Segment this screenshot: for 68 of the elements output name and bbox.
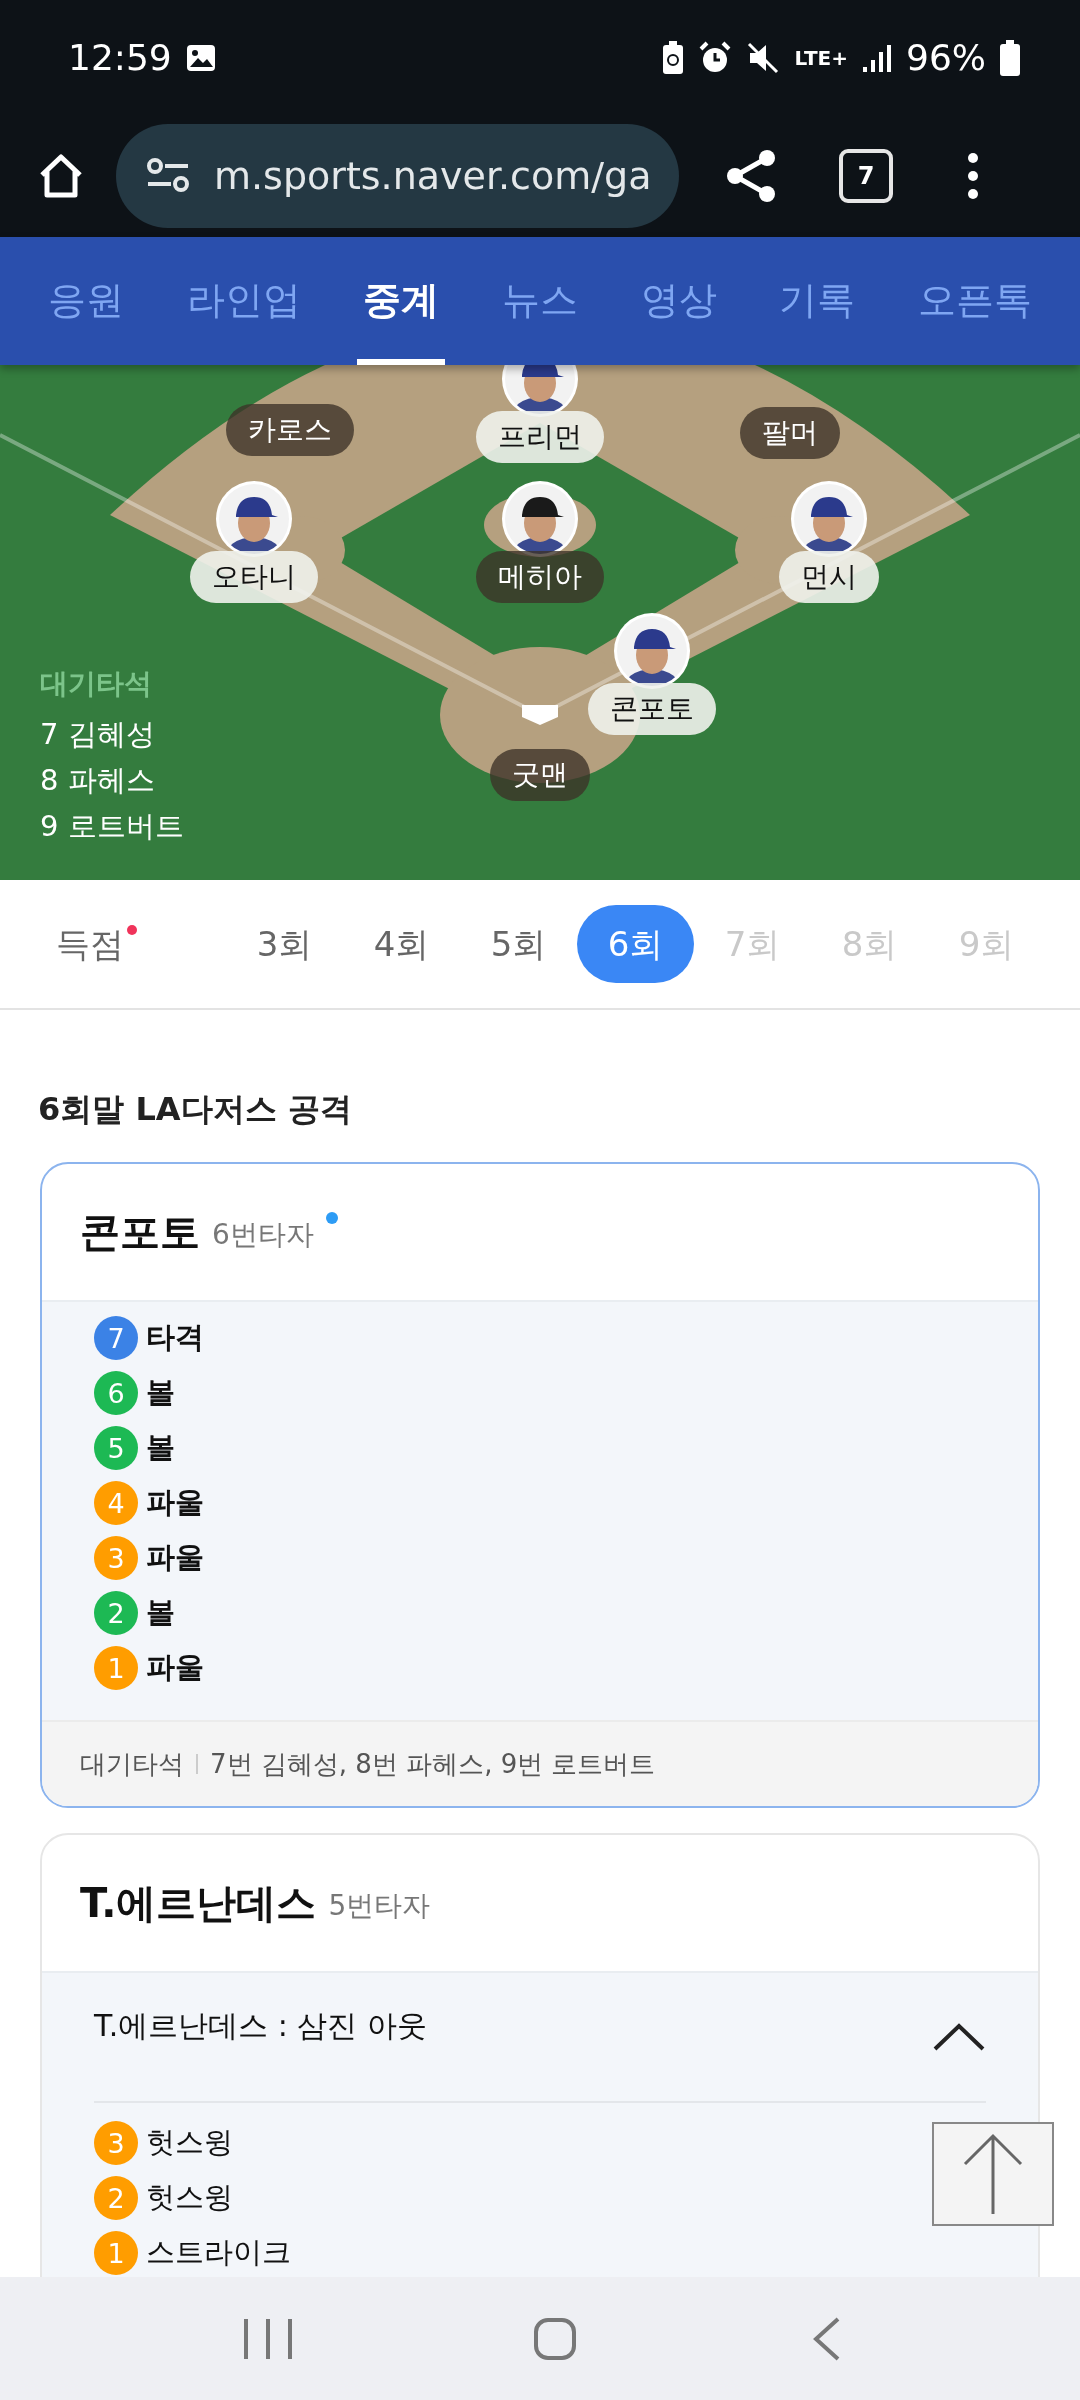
nav-tab[interactable]: 뉴스 xyxy=(495,237,584,365)
up-arrow-icon xyxy=(961,2132,1025,2216)
on-deck-batter: 9 로트버트 xyxy=(40,808,184,845)
live-dot xyxy=(325,1212,338,1224)
nav-tab[interactable]: 오픈톡 xyxy=(911,237,1038,365)
image-icon xyxy=(185,42,216,73)
scroll-top-button[interactable] xyxy=(932,2122,1054,2226)
inning-tab[interactable]: 3회 xyxy=(226,905,343,983)
inning-tab[interactable]: 득점 xyxy=(36,905,156,983)
home-button-icon[interactable] xyxy=(533,2316,577,2361)
on-deck-batter: 7 김혜성 xyxy=(40,716,156,753)
pitch-result: 파울 xyxy=(146,1539,204,1576)
pitch-result: 타격 xyxy=(146,1319,204,1356)
nav-tab[interactable]: 영상 xyxy=(634,237,723,365)
pitch-result: 스트라이크 xyxy=(146,2234,291,2271)
player-name-tag[interactable]: 오타니 xyxy=(190,551,318,603)
pitch-number: 5 xyxy=(94,1426,138,1470)
pitch-number: 2 xyxy=(94,2176,138,2220)
address-bar[interactable]: m.sports.naver.com/ga xyxy=(116,124,679,228)
on-deck-batters: 7번 김혜성, 8번 파헤스, 9번 로트버트 xyxy=(210,1747,656,1781)
mute-icon xyxy=(746,40,781,75)
pitch-number: 1 xyxy=(94,1646,138,1690)
pitch-result: 볼 xyxy=(146,1429,175,1466)
player-name-tag[interactable]: 팔머 xyxy=(740,407,840,459)
pitch-number: 6 xyxy=(94,1371,138,1415)
batter-name: 콘포토 xyxy=(80,1207,200,1257)
player-name-tag[interactable]: 먼시 xyxy=(779,551,879,603)
player-name-tag[interactable]: 콘포토 xyxy=(588,683,716,735)
pitch-number: 3 xyxy=(94,1536,138,1580)
tab-count-button[interactable]: 7 xyxy=(839,149,893,203)
pitch-number: 4 xyxy=(94,1481,138,1525)
network-label: LTE+ xyxy=(794,45,848,70)
nav-tab[interactable]: 기록 xyxy=(773,237,862,365)
section-title: 6회말 LA다저스 공격 xyxy=(37,1089,353,1130)
battery-saver-icon xyxy=(662,40,685,75)
chevron-icon[interactable] xyxy=(932,2022,986,2052)
pitch-number: 1 xyxy=(94,2231,138,2275)
pitch-number: 2 xyxy=(94,1591,138,1635)
nav-tab[interactable]: 라인업 xyxy=(180,237,307,365)
player-name-tag[interactable]: 프리먼 xyxy=(476,411,604,463)
pitch-result: 볼 xyxy=(146,1374,175,1411)
inning-tab[interactable]: 6회 xyxy=(577,905,694,983)
pitch-result: 볼 xyxy=(146,1594,175,1631)
pitch-result: 파울 xyxy=(146,1484,204,1521)
player-name-tag[interactable]: 메히아 xyxy=(476,551,604,603)
pitch-number: 7 xyxy=(94,1316,138,1360)
on-deck-label: 대기타석 xyxy=(80,1747,184,1781)
battery-icon xyxy=(1000,39,1020,76)
pitch-result: 헛스윙 xyxy=(146,2179,233,2216)
battery-percent: 96% xyxy=(906,37,986,78)
at-bat-result: T.에르난데스 : 삼진 아웃 xyxy=(94,2006,428,2045)
clock: 12:59 xyxy=(68,37,172,78)
on-deck-batter: 8 파헤스 xyxy=(40,762,156,799)
batter-name: T.에르난데스 xyxy=(80,1878,317,1928)
inning-tab[interactable]: 4회 xyxy=(343,905,460,983)
nav-tab[interactable]: 응원 xyxy=(42,237,130,365)
pitch-number: 3 xyxy=(94,2121,138,2165)
site-settings-icon[interactable] xyxy=(146,158,190,194)
inning-tab[interactable]: 5회 xyxy=(460,905,577,983)
pitch-result: 파울 xyxy=(146,1649,204,1686)
player-name-tag[interactable]: 굿맨 xyxy=(490,749,590,801)
batting-order: 6번타자 xyxy=(212,1217,314,1253)
player-name-tag[interactable]: 카로스 xyxy=(226,404,354,456)
pitch-result: 헛스윙 xyxy=(146,2124,233,2161)
batting-order: 5번타자 xyxy=(328,1888,431,1924)
signal-icon xyxy=(862,42,892,73)
alarm-icon xyxy=(698,40,733,75)
on-deck-title: 대기타석 xyxy=(40,666,153,702)
